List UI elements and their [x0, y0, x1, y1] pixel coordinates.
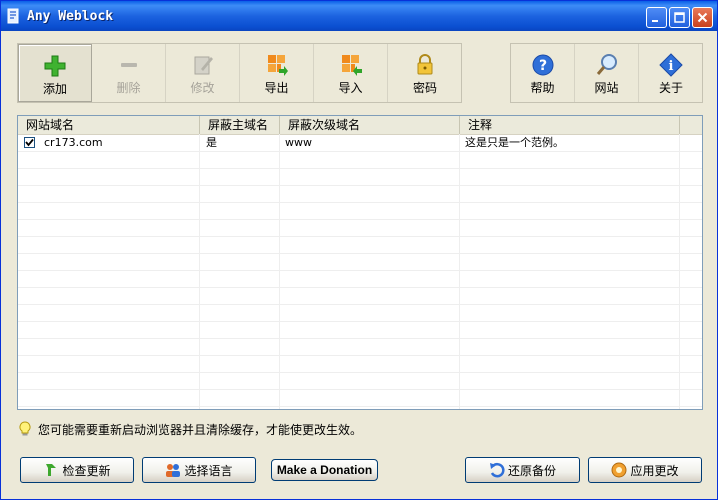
- minimize-icon: [652, 20, 658, 22]
- plus-icon: [44, 55, 66, 77]
- table-row-empty: [18, 220, 702, 237]
- table-row-empty: [18, 288, 702, 305]
- app-icon: [7, 8, 19, 24]
- import-icon: [341, 55, 362, 76]
- table-row-empty: [18, 186, 702, 203]
- close-button[interactable]: [692, 7, 713, 28]
- window-title: Any Weblock: [27, 9, 114, 24]
- users-icon: [166, 464, 181, 477]
- table-row-empty: [18, 203, 702, 220]
- update-arrow-icon: [46, 464, 57, 476]
- donation-button[interactable]: Make a Donation: [271, 459, 378, 481]
- row-domain: cr173.com: [44, 136, 103, 149]
- table-row-empty: [18, 373, 702, 390]
- lock-icon: [417, 54, 433, 75]
- select-language-button[interactable]: 选择语言: [142, 457, 256, 483]
- magnifier-icon: [596, 54, 617, 75]
- lightbulb-icon: [19, 421, 31, 436]
- list-header: 网站域名 屏蔽主域名 屏蔽次级域名 注释: [18, 116, 702, 135]
- minus-icon: [120, 63, 137, 67]
- delete-button[interactable]: 删除: [92, 44, 166, 102]
- toolbar-main: 添加 删除 修改 导出 导入 密码: [17, 43, 462, 103]
- checkmark-icon: [25, 138, 34, 147]
- password-button[interactable]: 密码: [388, 44, 462, 102]
- add-label: 添加: [42, 82, 67, 96]
- notice-text: 您可能需要重新启动浏览器并且清除缓存，才能使更改生效。: [38, 422, 363, 437]
- restore-backup-label: 还原备份: [507, 463, 556, 478]
- svg-text:?: ?: [538, 58, 546, 74]
- table-row-empty: [18, 390, 702, 407]
- table-row-empty: [18, 356, 702, 373]
- apply-icon: [611, 462, 627, 478]
- check-update-label: 检查更新: [62, 463, 111, 478]
- password-label: 密码: [412, 81, 437, 95]
- app-window: Any Weblock 添加 删除 修改 导出 导入 密码 ? 帮助 网站 i …: [0, 0, 718, 500]
- maximize-icon: [674, 12, 685, 23]
- about-label: 关于: [658, 81, 683, 95]
- export-icon: [267, 55, 288, 76]
- table-row-empty: [18, 152, 702, 169]
- minimize-button[interactable]: [646, 7, 667, 28]
- table-row-empty: [18, 237, 702, 254]
- toolbar-help: ? 帮助 网站 i 关于: [510, 43, 703, 103]
- edit-button[interactable]: 修改: [166, 44, 240, 102]
- apply-changes-button[interactable]: 应用更改: [588, 457, 702, 483]
- table-row[interactable]: cr173.com 是 www 这是只是一个范例。: [18, 135, 702, 152]
- column-header-block-main[interactable]: 屏蔽主域名: [200, 116, 280, 134]
- undo-icon: [489, 462, 505, 478]
- row-block-main: 是: [206, 136, 217, 149]
- delete-label: 删除: [116, 81, 141, 95]
- info-icon: i: [659, 53, 683, 77]
- table-row-empty: [18, 169, 702, 186]
- help-label: 帮助: [530, 81, 555, 95]
- column-header-block-sub[interactable]: 屏蔽次级域名: [280, 116, 460, 134]
- table-row-empty: [18, 339, 702, 356]
- table-row-empty: [18, 322, 702, 339]
- add-button[interactable]: 添加: [18, 44, 92, 102]
- svg-text:i: i: [669, 59, 674, 74]
- help-button[interactable]: ? 帮助: [511, 44, 575, 102]
- help-question-icon: ?: [532, 54, 553, 76]
- restore-backup-button[interactable]: 还原备份: [465, 457, 580, 483]
- select-language-label: 选择语言: [184, 463, 233, 478]
- table-row-empty: [18, 254, 702, 271]
- column-header-note[interactable]: 注释: [460, 116, 680, 134]
- table-row-empty: [18, 271, 702, 288]
- row-block-sub: www: [285, 136, 312, 149]
- row-checkbox[interactable]: [24, 137, 35, 148]
- export-button[interactable]: 导出: [240, 44, 314, 102]
- export-label: 导出: [264, 81, 289, 95]
- about-button[interactable]: i 关于: [639, 44, 703, 102]
- row-note: 这是只是一个范例。: [465, 136, 564, 149]
- import-button[interactable]: 导入: [314, 44, 388, 102]
- check-update-button[interactable]: 检查更新: [20, 457, 134, 483]
- domain-list[interactable]: 网站域名 屏蔽主域名 屏蔽次级域名 注释 cr173.com 是 www 这是只…: [17, 115, 703, 410]
- table-row-empty: [18, 305, 702, 322]
- maximize-button[interactable]: [669, 7, 690, 28]
- column-header-domain[interactable]: 网站域名: [18, 116, 200, 134]
- import-label: 导入: [338, 81, 363, 95]
- website-label: 网站: [594, 81, 619, 95]
- apply-changes-label: 应用更改: [630, 463, 679, 478]
- restart-notice: 您可能需要重新启动浏览器并且清除缓存，才能使更改生效。: [19, 421, 362, 437]
- website-button[interactable]: 网站: [575, 44, 639, 102]
- title-bar[interactable]: Any Weblock: [1, 1, 717, 31]
- edit-pencil-icon: [194, 56, 213, 75]
- edit-label: 修改: [190, 81, 215, 95]
- donation-label: Make a Donation: [276, 463, 373, 477]
- close-icon: [697, 12, 708, 23]
